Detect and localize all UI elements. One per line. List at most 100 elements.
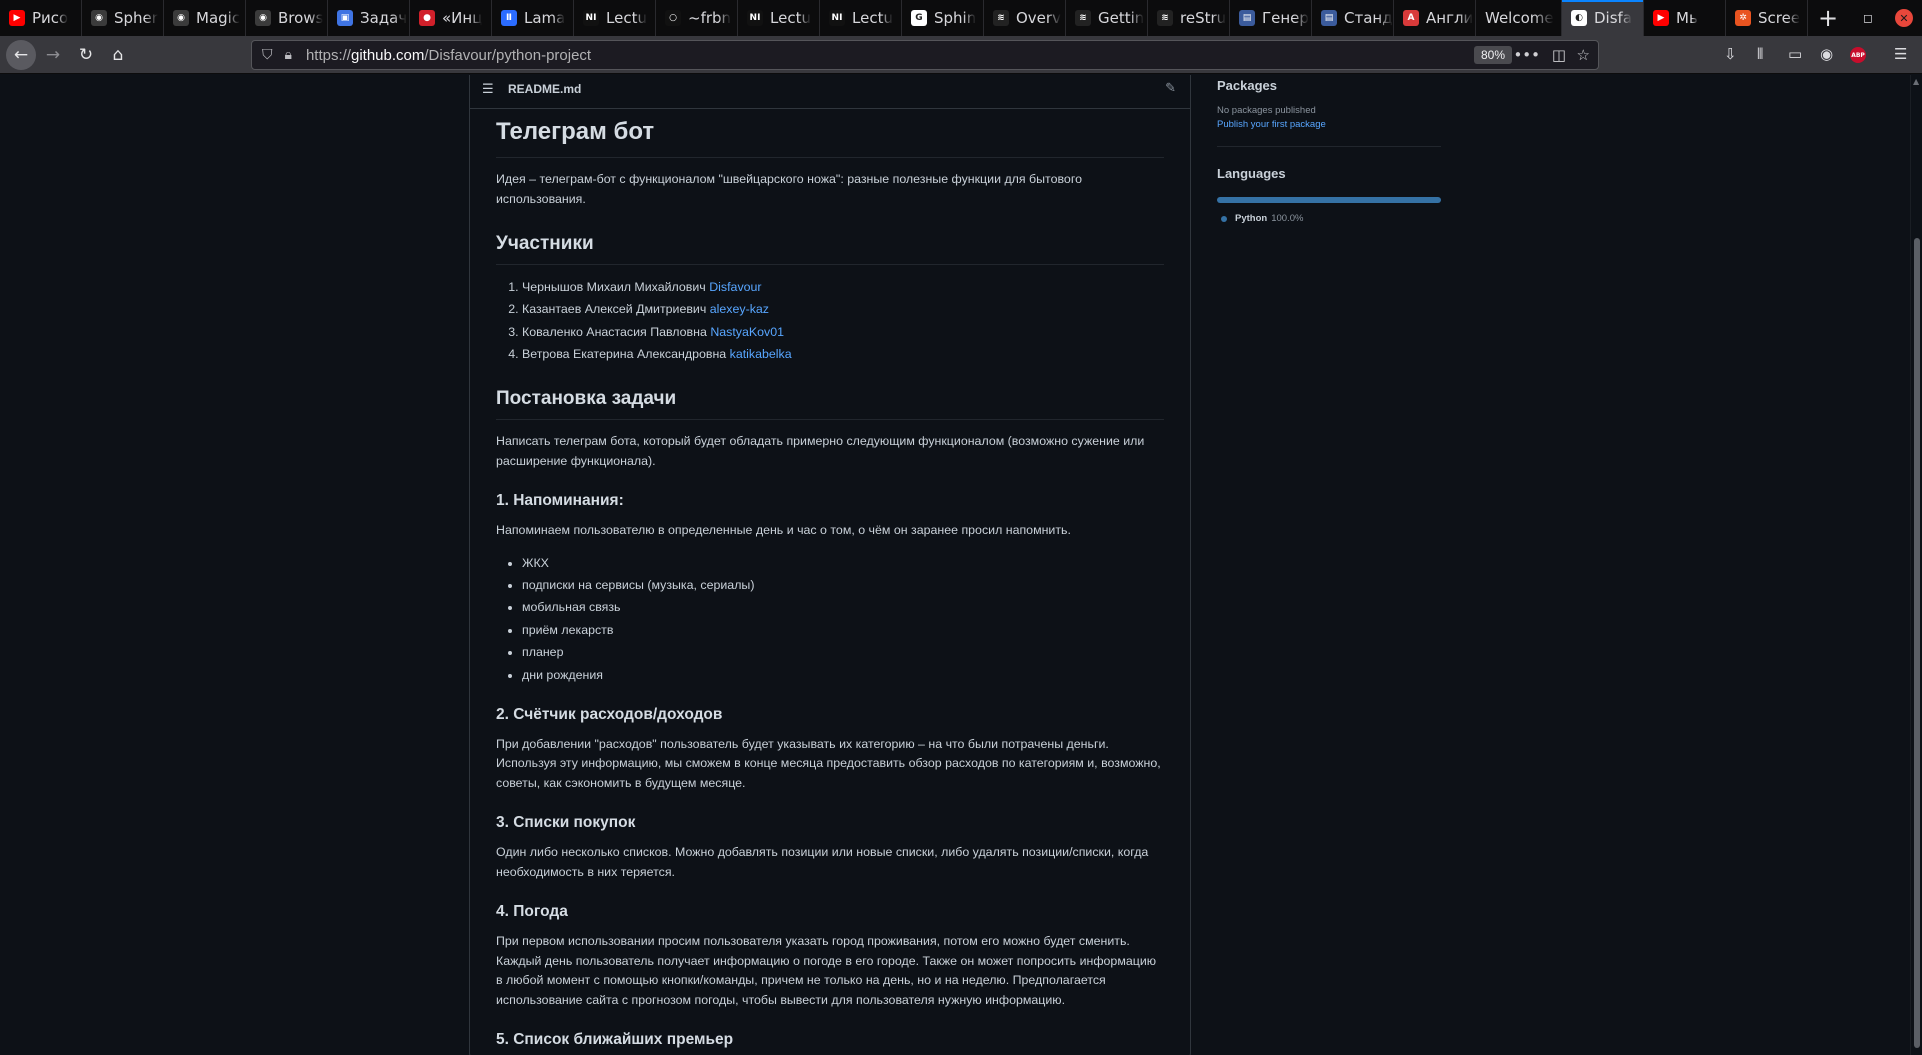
back-button[interactable]: ← [6,40,36,70]
tab-14[interactable]: ≋ reStru [1148,0,1230,36]
tab-label: Welcome [1485,9,1554,27]
member-profile-link[interactable]: NastyaKov01 [710,325,784,339]
close-window-button[interactable]: ✕ [1886,0,1922,36]
tab-12[interactable]: ≋ Overv [984,0,1066,36]
tab-label: Mь [1676,9,1698,27]
home-button[interactable]: ⌂ [103,41,133,69]
classroom-icon: ▣ [337,10,353,26]
member-name: Ветрова Екатерина Александровна [522,347,727,362]
language-item-python[interactable]: Python 100.0% [1217,213,1441,224]
scroll-up-arrow-icon[interactable]: ▲ [1913,77,1919,86]
language-name: Python [1235,213,1268,224]
tab-10[interactable]: NI Lectu [820,0,902,36]
app-icon: ◉ [91,10,107,26]
tab-5[interactable]: ● «Инц [410,0,492,36]
tab-6[interactable]: Ⅱ Lama [492,0,574,36]
section-reminders-text: Напоминаем пользователю в определенные д… [496,523,1071,538]
section-shopping-text: Один либо несколько списков. Можно добав… [496,845,1149,879]
publish-package-link[interactable]: Publish your first package [1217,119,1441,130]
tab-label: Sphin [934,9,977,27]
ubuntu-icon: ✲ [1735,10,1751,26]
tab-label: Станд [1344,9,1393,27]
scroll-thumb[interactable] [1914,238,1920,1048]
readme-box: ☰ README.md ✎ Телеграм бот Идея – телегр… [469,75,1191,1055]
task-heading: Постановка задачи [496,386,1164,421]
member-profile-link[interactable]: katikabelka [730,347,792,361]
reload-button[interactable]: ↻ [71,41,101,69]
member-item: Коваленко Анастасия Павловна NastyaKov01 [522,322,1164,342]
member-name: Казантаев Алексей Дмитриевич [522,302,707,317]
member-profile-link[interactable]: Disfavour [709,280,761,294]
library-icon[interactable]: ⫴ [1757,45,1763,63]
section-weather-text: При первом использовании просим пользова… [496,934,1157,1007]
tab-18[interactable]: Welcome [1476,0,1562,36]
tab-label: Magic [196,9,241,27]
minimize-button[interactable]: ‒ [1814,0,1850,36]
page-content: ☰ README.md ✎ Телеграм бот Идея – телегр… [0,75,1922,1055]
sidebar-icon[interactable]: ▭ [1788,45,1802,63]
language-bar[interactable] [1217,197,1441,203]
tab-7[interactable]: NI Lectu [574,0,656,36]
tab-1[interactable]: ◉ Spher [82,0,164,36]
readme-markdown: Телеграм бот Идея – телеграм-бот с функц… [470,117,1190,1050]
pencil-edit-icon[interactable]: ✎ [1165,81,1176,96]
tab-13[interactable]: ≋ Gettin [1066,0,1148,36]
close-icon: ✕ [1895,9,1913,27]
ni-icon: NI [747,10,763,26]
tab-0[interactable]: ▶ Рисо [0,0,82,36]
navigation-toolbar: ← → ↻ ⌂ ⛉ 🔒︎ https://github.com/Disfavou… [0,36,1922,74]
tab-11[interactable]: G Sphin [902,0,984,36]
tab-label: Lectu [852,9,893,27]
tab-3[interactable]: ◉ Brows [246,0,328,36]
list-item: дни рождения [522,665,1164,685]
tab-label: Scree [1758,9,1801,27]
window-controls: ‒ ◻ ✕ [1814,0,1922,36]
ni-icon: NI [583,10,599,26]
bookmark-star-icon[interactable]: ☆ [1577,46,1590,64]
pocket-icon[interactable]: ◫ [1552,46,1566,64]
member-profile-link[interactable]: alexey-kaz [710,302,769,316]
youtube-icon: ▶ [1653,10,1669,26]
packages-empty-text: No packages published [1217,105,1316,116]
account-icon[interactable]: ◉ [1820,45,1833,63]
tracking-shield-icon[interactable]: ⛉ [262,47,273,63]
ni-icon: NI [829,10,845,26]
task-paragraph: Написать телеграм бота, который будет об… [496,434,1145,468]
repo-sidebar: Packages No packages published Publish y… [1217,75,1441,224]
members-list: Чернышов Михаил Михайлович DisfavourКаза… [496,277,1164,364]
address-bar[interactable]: ⛉ 🔒︎ https://github.com/Disfavour/python… [251,40,1599,70]
readme-header: ☰ README.md ✎ [470,75,1190,109]
menu-icon[interactable]: ☰ [1894,45,1907,63]
tab-2[interactable]: ◉ Magic [164,0,246,36]
page-actions-icon[interactable]: ••• [1513,46,1540,64]
section-reminders-heading: 1. Напоминания: [496,492,624,510]
tab-8[interactable]: ○ ~frbn [656,0,738,36]
page-scrollbar[interactable]: ▲ [1910,75,1922,1055]
maximize-button[interactable]: ◻ [1850,0,1886,36]
tab-9[interactable]: NI Lectu [738,0,820,36]
tab-list: ▶ Рисо ◉ Spher ◉ Magic ◉ Brows ▣ Задач ● «Инц Ⅱ Lama N… [0,0,1808,36]
tab-label: Задач [360,9,408,27]
outline-list-icon[interactable]: ☰ [482,82,498,97]
packages-title[interactable]: Packages [1217,77,1441,95]
tab-4[interactable]: ▣ Задач [328,0,410,36]
tab-17[interactable]: A Англи [1394,0,1476,36]
forward-button[interactable]: → [38,41,68,69]
downloads-icon[interactable]: ⇩ [1724,45,1737,63]
tab-label: Англи [1426,9,1474,27]
url-text[interactable]: https://github.com/Disfavour/python-proj… [306,47,591,64]
tab-19[interactable]: ◐ Disfa [1562,0,1644,36]
lock-icon[interactable]: 🔒︎ [285,47,292,63]
adblock-icon[interactable]: ABP [1850,47,1866,63]
circle-icon: ○ [665,10,681,26]
tab-16[interactable]: ▤ Станд [1312,0,1394,36]
section-expenses-heading: 2. Счётчик расходов/доходов [496,705,723,723]
github-icon: ◐ [1571,10,1587,26]
zoom-level-badge[interactable]: 80% [1473,46,1512,64]
app-icon: ◉ [255,10,271,26]
home-icon: ⌂ [112,45,124,65]
tab-21[interactable]: ✲ Scree [1726,0,1808,36]
tab-20[interactable]: ▶ Mь [1644,0,1726,36]
tab-15[interactable]: ▤ Генер [1230,0,1312,36]
arrow-left-icon: ← [13,45,29,65]
